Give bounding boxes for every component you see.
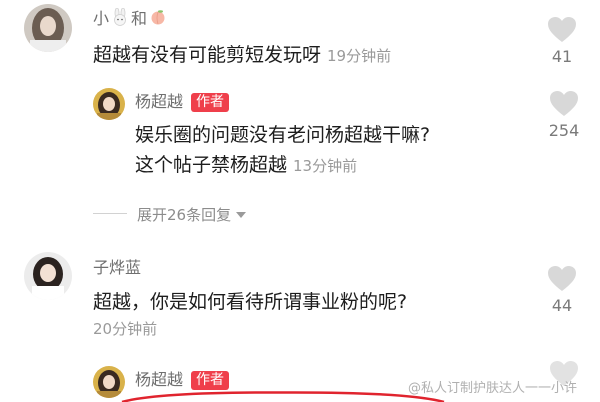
- author-badge: 作者: [191, 371, 230, 390]
- comment-time: 20分钟前: [93, 320, 158, 338]
- comment-time: 13分钟前: [293, 157, 358, 175]
- username-text: 小: [93, 9, 110, 28]
- avatar-image: [24, 252, 72, 300]
- username-text: 杨超越: [135, 92, 184, 111]
- username-author[interactable]: 杨超越 作者: [135, 92, 230, 112]
- watermark: @私人订制护肤达人一一小许: [408, 377, 577, 396]
- like-count: 254: [548, 121, 580, 140]
- comment-body: 超越，你是如何看待所谓事业粉的呢?: [93, 291, 408, 313]
- username-1[interactable]: 小和: [93, 7, 169, 31]
- avatar-author[interactable]: [93, 88, 125, 120]
- divider-line: [93, 213, 127, 214]
- author-badge: 作者: [191, 93, 230, 112]
- watermark-text: @私人订制护肤达人一一小许: [408, 381, 578, 396]
- like-button-3[interactable]: 44: [540, 265, 584, 315]
- like-count: 41: [551, 47, 573, 66]
- heart-icon: [548, 266, 576, 291]
- avatar-image: [93, 88, 125, 120]
- comment-body: 超越有没有可能剪短发玩呀: [93, 44, 322, 66]
- like-button-2[interactable]: 254: [542, 90, 586, 140]
- highlight-circle-annotation: [121, 391, 445, 402]
- username-3[interactable]: 子烨蓝: [93, 258, 141, 278]
- like-button-1[interactable]: 41: [540, 16, 584, 66]
- comment-body-line-1: 娱乐圈的问题没有老问杨超越干嘛?: [135, 124, 431, 146]
- comment-text-2[interactable]: 娱乐圈的问题没有老问杨超越干嘛? 这个帖子禁杨超越 13分钟前: [135, 120, 430, 181]
- peach-emoji-icon: [149, 8, 167, 31]
- rabbit-emoji-icon: [111, 7, 129, 31]
- heart-icon: [548, 17, 576, 42]
- caret-down-icon: [235, 204, 247, 223]
- avatar-user-3[interactable]: [24, 252, 72, 300]
- avatar-user-1[interactable]: [24, 4, 72, 52]
- username-text: 子烨蓝: [93, 258, 142, 277]
- username-author[interactable]: 杨超越 作者: [135, 370, 230, 390]
- username-text: 杨超越: [135, 370, 184, 389]
- heart-icon: [550, 91, 578, 116]
- avatar-image: [24, 4, 72, 52]
- expand-replies-button[interactable]: 展开26条回复: [93, 204, 247, 224]
- like-count: 44: [551, 296, 573, 315]
- comment-text-1[interactable]: 超越有没有可能剪短发玩呀 19分钟前: [93, 40, 391, 71]
- comment-body-line-2: 这个帖子禁杨超越: [135, 154, 288, 176]
- username-suffix: 和: [131, 9, 148, 28]
- comment-text-3[interactable]: 超越，你是如何看待所谓事业粉的呢? 20分钟前: [93, 287, 407, 341]
- comment-time: 19分钟前: [327, 47, 392, 65]
- expand-replies-label: 展开26条回复: [137, 206, 232, 224]
